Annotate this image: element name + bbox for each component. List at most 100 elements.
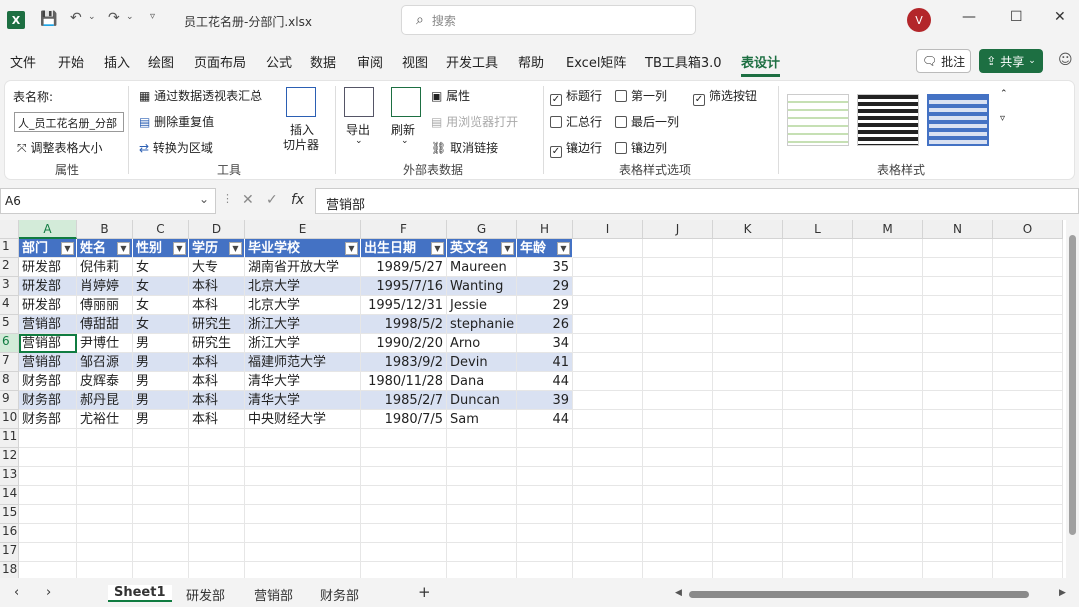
menu-tab-2[interactable]: 插入 [104,52,130,71]
table-cell[interactable]: 男 [133,391,189,410]
pivot-summary-button[interactable]: ▦ 通过数据透视表汇总 [139,87,262,104]
table-cell[interactable]: stephanie [447,315,517,334]
row-header[interactable]: 11 [0,429,19,448]
save-icon[interactable]: 💾 [40,11,57,27]
table-cell[interactable]: 财务部 [19,410,77,429]
table-cell[interactable]: 41 [517,353,573,372]
column-header[interactable]: C [133,220,189,239]
horizontal-scrollbar[interactable]: ◀ ▶ [673,588,1069,599]
table-cell[interactable]: 1980/7/5 [361,410,447,429]
table-cell[interactable]: 尤裕仕 [77,410,133,429]
table-style-blue-selected[interactable] [927,94,989,146]
enter-icon[interactable]: ✓ [266,192,278,208]
row-header[interactable]: 15 [0,505,19,524]
table-cell[interactable]: 本科 [189,353,245,372]
table-name-input[interactable]: 人_员工花名册_分部 [14,112,124,132]
column-header[interactable]: G [447,220,517,239]
table-header-cell[interactable]: 学历 ▼ [189,239,245,258]
export-dropdown-icon[interactable]: ⌄ [355,136,363,146]
column-header[interactable]: L [783,220,853,239]
table-cell[interactable]: 研发部 [19,277,77,296]
remove-duplicates-button[interactable]: ▤ 删除重复值 [139,113,214,130]
menu-tab-9[interactable]: 开发工具 [446,52,498,71]
table-cell[interactable]: 1989/5/27 [361,258,447,277]
undo-dropdown-icon[interactable]: ⌄ [88,12,96,22]
row-header[interactable]: 6 [0,334,19,353]
table-cell[interactable]: Devin [447,353,517,372]
styles-scroll-up-icon[interactable]: ⌃ [1000,89,1008,99]
column-header[interactable]: K [713,220,783,239]
slicer-icon[interactable] [286,87,316,117]
table-header-cell[interactable]: 毕业学校 ▼ [245,239,361,258]
row-header[interactable]: 7 [0,353,19,372]
table-cell[interactable]: 1995/12/31 [361,296,447,315]
table-cell[interactable]: 傅丽丽 [77,296,133,315]
redo-dropdown-icon[interactable]: ⌄ [126,12,134,22]
worksheet-grid[interactable]: A B C D E F G H I J K L M N O 1 2 3 4 5 6 7 8 9 10 11 12 13 14 15 16 17… [0,220,1066,578]
filter-dropdown-icon[interactable]: ▼ [431,242,444,255]
row-header[interactable]: 17 [0,543,19,562]
last-column-checkbox[interactable]: 最后一列 [615,113,679,130]
table-cell[interactable]: 肖婷婷 [77,277,133,296]
menu-tab-10[interactable]: 帮助 [518,52,544,71]
table-cell[interactable]: 1990/2/20 [361,334,447,353]
filter-dropdown-icon[interactable]: ▼ [173,242,186,255]
column-header[interactable]: D [189,220,245,239]
column-header[interactable]: B [77,220,133,239]
resize-table-button[interactable]: ⤧ 调整表格大小 [17,139,102,156]
row-header[interactable]: 8 [0,372,19,391]
column-header[interactable]: E [245,220,361,239]
column-header[interactable]: F [361,220,447,239]
table-cell[interactable]: 浙江大学 [245,334,361,353]
row-header[interactable]: 12 [0,448,19,467]
table-cell[interactable]: 湖南省开放大学 [245,258,361,277]
table-cell[interactable]: 研究生 [189,334,245,353]
refresh-icon[interactable] [391,87,421,117]
table-header-cell[interactable]: 年龄 ▼ [517,239,573,258]
table-cell[interactable]: Duncan [447,391,517,410]
table-style-dark[interactable] [857,94,919,146]
filter-dropdown-icon[interactable]: ▼ [345,242,358,255]
formula-input[interactable]: 营销部 [315,188,1079,214]
column-header[interactable]: M [853,220,923,239]
menu-tab-8[interactable]: 视图 [402,52,428,71]
total-row-checkbox[interactable]: 汇总行 [550,113,602,130]
banded-rows-checkbox[interactable]: ✓ 镶边行 [550,139,602,158]
table-cell[interactable]: 1995/7/16 [361,277,447,296]
close-icon[interactable]: ✕ [1054,9,1066,25]
table-cell[interactable]: 29 [517,296,573,315]
open-in-browser-button[interactable]: ▤ 用浏览器打开 [431,113,518,130]
table-cell[interactable]: 中央财经大学 [245,410,361,429]
table-cell[interactable]: 尹博仕 [77,334,133,353]
filter-dropdown-icon[interactable]: ▼ [117,242,130,255]
table-cell[interactable]: 营销部 [19,353,77,372]
table-style-green[interactable] [787,94,849,146]
filter-dropdown-icon[interactable]: ▼ [557,242,570,255]
customize-toolbar-icon[interactable]: ▿ [150,11,155,22]
table-cell[interactable]: 女 [133,277,189,296]
column-header[interactable]: N [923,220,993,239]
table-cell[interactable]: Dana [447,372,517,391]
table-cell[interactable]: 本科 [189,277,245,296]
table-cell[interactable]: 浙江大学 [245,315,361,334]
table-cell[interactable]: 男 [133,353,189,372]
user-avatar[interactable]: V [907,8,931,32]
export-icon[interactable] [344,87,374,117]
sheet-tab[interactable]: 财务部 [320,585,359,604]
table-cell[interactable]: Maureen [447,258,517,277]
row-header[interactable]: 5 [0,315,19,334]
table-cell[interactable]: 26 [517,315,573,334]
sheet-tab[interactable]: 营销部 [254,585,293,604]
menu-tab-4[interactable]: 页面布局 [194,52,246,71]
table-cell[interactable]: 大专 [189,258,245,277]
table-cell[interactable]: 1998/5/2 [361,315,447,334]
table-cell[interactable]: 财务部 [19,391,77,410]
table-cell[interactable]: 清华大学 [245,372,361,391]
column-header[interactable]: J [643,220,713,239]
column-header[interactable]: A [19,220,77,239]
row-header[interactable]: 3 [0,277,19,296]
vertical-scrollbar[interactable] [1066,220,1079,578]
menu-tab-5[interactable]: 公式 [266,52,292,71]
menu-tab-11[interactable]: Excel矩阵 [566,52,626,71]
first-column-checkbox[interactable]: 第一列 [615,87,667,104]
